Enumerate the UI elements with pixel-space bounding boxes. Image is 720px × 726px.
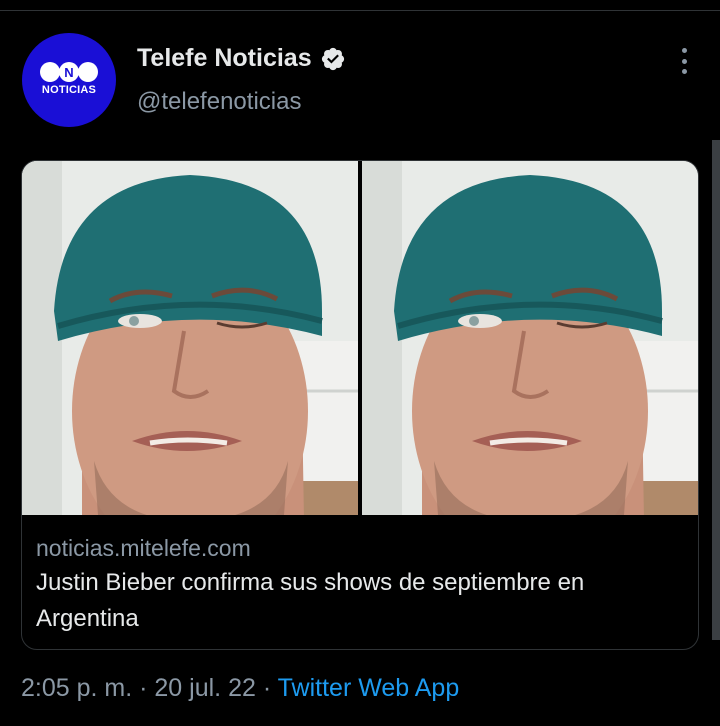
avatar-logo-letter: N [59, 62, 79, 82]
card-image-right [362, 161, 698, 515]
card-media[interactable] [22, 161, 698, 515]
top-divider [0, 10, 720, 11]
tweet-meta: 2:05 p. m. · 20 jul. 22 · Twitter Web Ap… [21, 674, 459, 703]
avatar[interactable]: N NOTICIAS [22, 33, 116, 127]
source-app-link[interactable]: Twitter Web App [278, 674, 460, 702]
avatar-logo-text: NOTICIAS [41, 84, 97, 96]
card-domain: noticias.mitelefe.com [36, 535, 251, 561]
telefe-logo-icon: N [40, 62, 98, 82]
meta-separator: · [139, 674, 148, 702]
verified-badge-icon [321, 47, 344, 70]
tweet-date[interactable]: 20 jul. 22 [154, 674, 255, 702]
meta-separator: · [262, 674, 272, 702]
scrollbar[interactable] [712, 140, 720, 640]
more-vertical-icon[interactable] [672, 48, 696, 74]
author-name-row: Telefe Noticias [137, 44, 346, 73]
author-handle[interactable]: @telefenoticias [137, 88, 301, 116]
tweet-time[interactable]: 2:05 p. m. [21, 674, 132, 702]
link-card[interactable]: noticias.mitelefe.com Justin Bieber conf… [21, 160, 699, 650]
display-name[interactable]: Telefe Noticias [137, 44, 312, 73]
card-title: Justin Bieber confirma sus shows de sept… [36, 569, 585, 632]
card-image-left [22, 161, 358, 515]
